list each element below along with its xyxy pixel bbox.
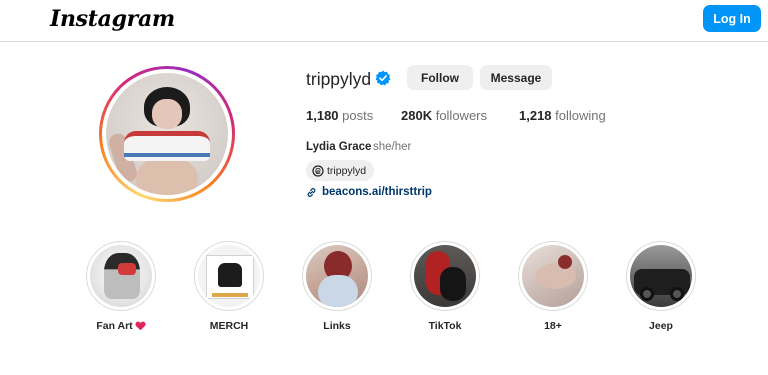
link-icon [307,187,316,197]
highlight-cover [522,245,584,307]
profile-username: trippylyd [306,69,372,89]
threads-icon [312,164,324,177]
instagram-logo[interactable]: Instagram [50,6,175,32]
profile-pronouns: she/her [373,141,412,153]
highlight-cover [306,245,368,307]
threads-badge[interactable]: trippylyd [306,160,375,181]
following-label: following [555,108,606,123]
highlight-label: Fan Art [96,320,133,332]
posts-count: 1,180 [306,108,339,123]
highlight-label: MERCH [209,320,249,332]
avatar-image [106,73,228,195]
heart-icon [135,321,146,331]
highlight-label: TikTok [428,320,462,332]
highlight-merch[interactable]: MERCH [194,241,264,332]
followers-count: 280K [401,108,433,123]
posts-stat: 1,180 posts [306,108,373,123]
login-button[interactable]: Log In [703,5,761,32]
highlight-label: Jeep [649,320,673,332]
highlight-label: 18+ [544,320,562,332]
highlight-18-plus[interactable]: 18+ [518,241,588,332]
highlight-fan-art[interactable]: Fan Art [86,241,156,332]
following-count: 1,218 [519,108,552,123]
profile-avatar[interactable] [99,66,235,202]
profile-full-name: Lydia Grace [306,141,372,153]
message-button[interactable]: Message [480,65,552,90]
following-stat[interactable]: 1,218 following [519,108,606,123]
highlight-cover [630,245,692,307]
bio-link[interactable]: beacons.ai/thirsttrip [306,186,432,198]
highlight-links[interactable]: Links [302,241,372,332]
top-navigation-bar: Instagram Log In [0,0,768,42]
threads-handle: trippylyd [327,164,367,177]
followers-stat[interactable]: 280K followers [401,108,487,123]
highlight-label: Links [323,320,351,332]
verified-badge-icon [375,70,391,86]
posts-label: posts [342,108,374,123]
highlight-cover [90,245,152,307]
follow-button[interactable]: Follow [407,65,473,90]
followers-label: followers [435,108,487,123]
highlight-jeep[interactable]: Jeep [626,241,696,332]
highlight-tiktok[interactable]: TikTok [410,241,480,332]
highlight-cover [414,245,476,307]
bio-link-text: beacons.ai/thirsttrip [322,186,432,198]
highlight-cover [198,245,260,307]
